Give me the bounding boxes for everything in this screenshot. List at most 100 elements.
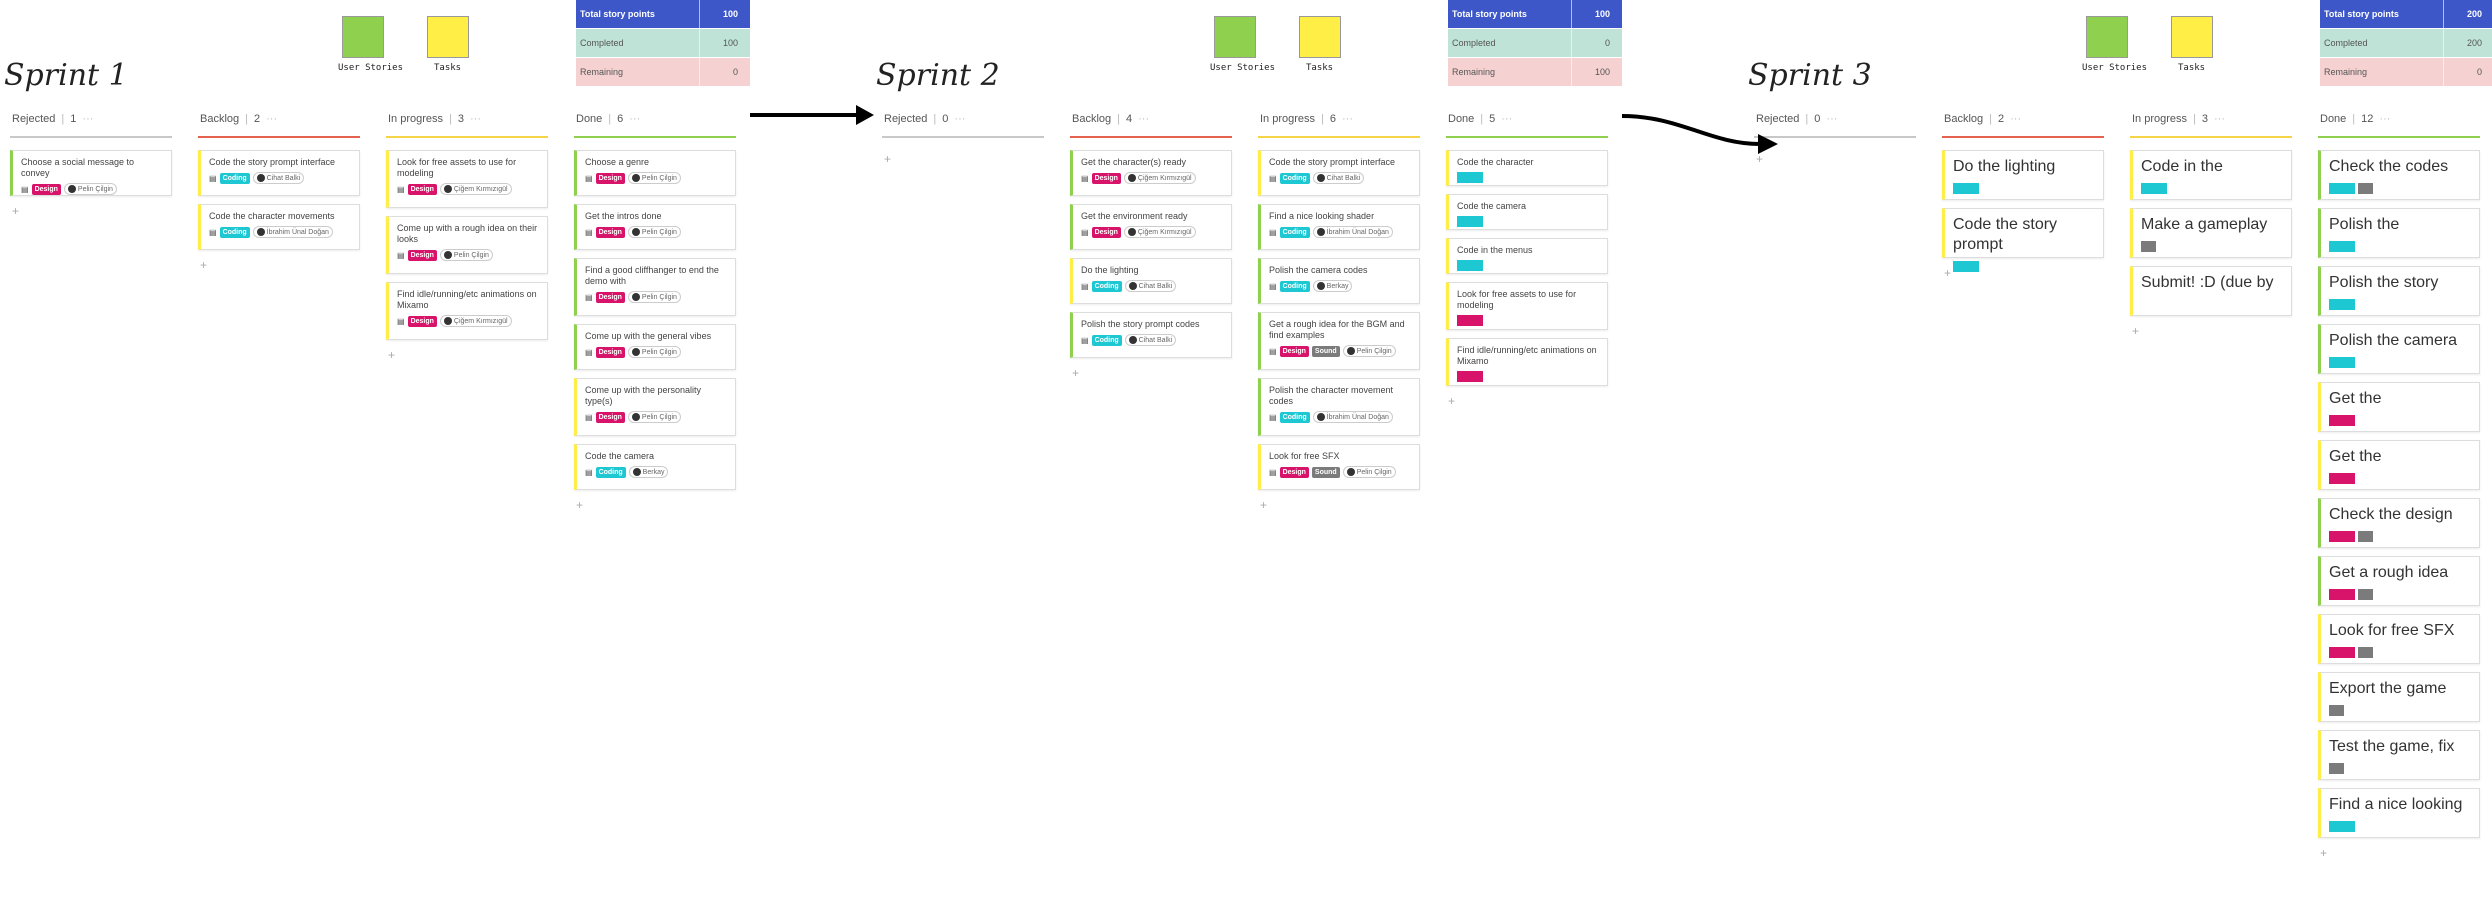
add-card-button[interactable]: +	[200, 258, 207, 272]
column-header-in-progress[interactable]: In progress | 3 ···	[388, 113, 481, 125]
card-type-icon: ▤	[1269, 412, 1277, 422]
task-card[interactable]: Get a rough idea for the BGM and find ex…	[1258, 312, 1420, 370]
add-card-button[interactable]: +	[1448, 394, 1455, 408]
task-card[interactable]: Check the codes	[2318, 150, 2480, 200]
column-count: 0	[942, 113, 949, 125]
add-card-button[interactable]: +	[1072, 366, 1079, 380]
column-more-icon[interactable]: ···	[1826, 113, 1837, 125]
task-card[interactable]: Code the story prompt	[1942, 208, 2104, 272]
add-card-button[interactable]: +	[1260, 498, 1267, 512]
task-card[interactable]: Polish the camera	[2318, 324, 2480, 374]
column-more-icon[interactable]: ···	[954, 113, 965, 125]
task-card[interactable]: Polish the	[2318, 208, 2480, 258]
task-card[interactable]: Code the character movements ▤ Coding İbrah…	[198, 204, 360, 250]
card-tags	[2329, 763, 2471, 774]
task-card[interactable]: Code the story prompt interface ▤ Coding Ci…	[198, 150, 360, 196]
task-card[interactable]: Come up with the general vibes ▤ Design Pel…	[574, 324, 736, 370]
column-more-icon[interactable]: ···	[1138, 113, 1149, 125]
add-card-button[interactable]: +	[12, 204, 19, 218]
card-title: Do the lighting	[1081, 265, 1139, 275]
task-card[interactable]: Code the story prompt interface ▤ Coding Ci…	[1258, 150, 1420, 196]
task-card[interactable]: Get the environment ready ▤ Design Çiğem Kı…	[1070, 204, 1232, 250]
card-title: Find idle/running/etc animations on Mixa…	[397, 289, 537, 310]
add-card-button[interactable]: +	[2132, 324, 2139, 338]
add-card-button[interactable]: +	[2320, 846, 2327, 860]
task-card[interactable]: Come up with a rough idea on their looks…	[386, 216, 548, 274]
column-header-in-progress[interactable]: In progress | 3 ···	[2132, 113, 2225, 125]
column-header-rejected[interactable]: Rejected | 1 ···	[12, 113, 93, 125]
task-card[interactable]: Get the	[2318, 440, 2480, 490]
task-card[interactable]: Make a gameplay	[2130, 208, 2292, 258]
column-more-icon[interactable]: ···	[2010, 113, 2021, 125]
column-header-rejected[interactable]: Rejected | 0 ···	[884, 113, 965, 125]
task-card[interactable]: Find a nice looking	[2318, 788, 2480, 838]
column-header-done[interactable]: Done | 6 ···	[576, 113, 640, 125]
column-header-done[interactable]: Done | 5 ···	[1448, 113, 1512, 125]
column-more-icon[interactable]: ···	[2379, 113, 2390, 125]
task-card[interactable]: Find a nice looking shader ▤ Coding İbrahim…	[1258, 204, 1420, 250]
task-card[interactable]: Look for free assets to use for modeling…	[386, 150, 548, 208]
task-card[interactable]: Look for free assets to use for modeling	[1446, 282, 1608, 330]
task-card[interactable]: Polish the story prompt codes ▤ Coding Ciha…	[1070, 312, 1232, 358]
card-title: Look for free assets to use for modeling	[1457, 289, 1577, 310]
task-card[interactable]: Do the lighting	[1942, 150, 2104, 200]
column-more-icon[interactable]: ···	[1342, 113, 1353, 125]
task-card[interactable]: Choose a genre ▤ Design Pelin Çilgin	[574, 150, 736, 196]
column-more-icon[interactable]: ···	[470, 113, 481, 125]
column-header-in-progress[interactable]: In progress | 6 ···	[1260, 113, 1353, 125]
task-card[interactable]: Get a rough idea	[2318, 556, 2480, 606]
column-more-icon[interactable]: ···	[2214, 113, 2225, 125]
column-header-done[interactable]: Done | 12 ···	[2320, 113, 2390, 125]
tag-coding-swatch	[2329, 357, 2355, 368]
column-count: 6	[1329, 113, 1337, 125]
column-underline	[2130, 136, 2292, 138]
column-count: 6	[617, 113, 624, 125]
column-header-backlog[interactable]: Backlog | 2 ···	[200, 113, 277, 125]
task-card[interactable]: Choose a social message to convey ▤ Design…	[10, 150, 172, 196]
task-card[interactable]: Code the camera	[1446, 194, 1608, 230]
card-title: Code the story prompt	[1953, 216, 2058, 253]
column-header-backlog[interactable]: Backlog | 2 ···	[1944, 113, 2021, 125]
task-card[interactable]: Code in the menus	[1446, 238, 1608, 274]
column-header-backlog[interactable]: Backlog | 4 ···	[1072, 113, 1149, 125]
task-card[interactable]: Find a good cliffhanger to end the demo …	[574, 258, 736, 316]
assignee-name: Pelin Çilgin	[641, 348, 677, 356]
card-assignee: Pelin Çilgin	[627, 172, 681, 184]
column-name: Rejected	[12, 113, 56, 125]
tag-design: Design	[595, 346, 625, 358]
tag-coding: Coding	[1279, 411, 1310, 423]
task-card[interactable]: Find idle/running/etc animations on Mixa…	[1446, 338, 1608, 386]
task-card[interactable]: Polish the story	[2318, 266, 2480, 316]
assignee-name: Cihat Balki	[1138, 282, 1173, 290]
task-card[interactable]: Get the	[2318, 382, 2480, 432]
task-card[interactable]: Code the camera ▤ Coding Berkay	[574, 444, 736, 490]
card-title: Code the camera	[585, 451, 655, 461]
task-card[interactable]: Get the intros done ▤ Design Pelin Çilgin	[574, 204, 736, 250]
add-card-button[interactable]: +	[576, 498, 583, 512]
task-card[interactable]: Look for free SFX ▤ Design Sound Pelin Çilgi…	[1258, 444, 1420, 490]
add-card-button[interactable]: +	[884, 152, 891, 166]
task-card[interactable]: Polish the camera codes ▤ Coding Berkay	[1258, 258, 1420, 304]
column-more-icon[interactable]: ···	[82, 113, 93, 125]
task-card[interactable]: Test the game, fix	[2318, 730, 2480, 780]
task-card[interactable]: Do the lighting ▤ Coding Cihat Balki	[1070, 258, 1232, 304]
avatar	[443, 185, 452, 193]
column-more-icon[interactable]: ···	[629, 113, 640, 125]
task-card[interactable]: Get the character(s) ready ▤ Design Çiğem K…	[1070, 150, 1232, 196]
add-card-button[interactable]: +	[388, 348, 395, 362]
card-tags: ▤ Coding Berkay	[585, 466, 727, 478]
task-card[interactable]: Check the design	[2318, 498, 2480, 548]
card-tags: ▤ Coding Cihat Balki	[1081, 280, 1223, 292]
task-card[interactable]: Polish the character movement codes ▤ Codi…	[1258, 378, 1420, 436]
task-card[interactable]: Find idle/running/etc animations on Mixa…	[386, 282, 548, 340]
add-card-button[interactable]: +	[1944, 266, 1951, 280]
task-card[interactable]: Look for free SFX	[2318, 614, 2480, 664]
column-more-icon[interactable]: ···	[266, 113, 277, 125]
task-card[interactable]: Code in the	[2130, 150, 2292, 200]
task-card[interactable]: Submit! :D (due by	[2130, 266, 2292, 316]
tag-design: Design	[595, 226, 625, 238]
task-card[interactable]: Code the character	[1446, 150, 1608, 186]
task-card[interactable]: Export the game	[2318, 672, 2480, 722]
task-card[interactable]: Come up with the personality type(s) ▤ Des…	[574, 378, 736, 436]
column-more-icon[interactable]: ···	[1501, 113, 1512, 125]
